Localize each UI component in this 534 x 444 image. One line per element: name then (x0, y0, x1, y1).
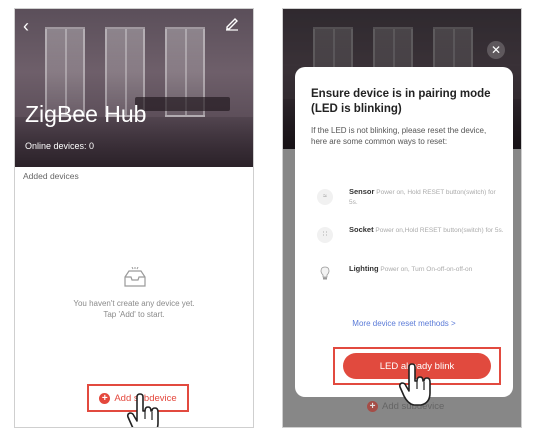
reset-method-instruction: Power on,Hold RESET button(switch) for 5… (375, 227, 504, 234)
reset-method-sensor: ≈ Sensor Power on, Hold RESET button(swi… (311, 187, 506, 219)
added-devices-label: Added devices (23, 171, 79, 181)
online-devices-count: Online devices: 0 (25, 141, 95, 151)
reset-method-instruction: Power on, Turn On-off-on-off-on (380, 266, 473, 273)
dialog-subtitle: If the LED is not blinking, please reset… (311, 126, 487, 146)
page-title: ZigBee Hub (25, 101, 147, 127)
sensor-icon: ≈ (317, 189, 333, 205)
socket-icon: ∷ (317, 227, 333, 243)
edit-icon[interactable] (225, 17, 245, 37)
plus-circle-icon: + (367, 401, 378, 412)
hand-cursor-icon (123, 393, 163, 427)
reset-method-name: Sensor (349, 187, 375, 196)
empty-state-hint: Tap 'Add' to start. (103, 310, 165, 319)
hand-cursor-icon (395, 363, 435, 407)
hub-screen: ‹ ZigBee Hub Online devices: 0 Added dev… (14, 8, 254, 428)
back-icon[interactable]: ‹ (23, 17, 43, 37)
reset-method-name: Socket (349, 225, 374, 234)
reset-method-socket: ∷ Socket Power on,Hold RESET button(swit… (311, 225, 506, 257)
close-icon[interactable]: ✕ (487, 41, 505, 59)
plus-circle-icon: + (99, 392, 111, 404)
pairing-screen: ✕ Ensure device is in pairing mode (LED … (282, 8, 522, 428)
reset-method-name: Lighting (349, 264, 379, 273)
more-reset-methods-link[interactable]: More device reset methods > (295, 319, 513, 328)
reset-method-lighting: Lighting Power on, Turn On-off-on-off-on (311, 264, 506, 296)
bulb-icon (317, 266, 333, 282)
pairing-dialog: Ensure device is in pairing mode (LED is… (295, 67, 513, 397)
empty-inbox-icon (121, 266, 149, 289)
table-decor (135, 97, 230, 111)
dialog-title: Ensure device is in pairing mode (LED is… (311, 88, 491, 115)
empty-state-text: You haven't create any device yet. (73, 299, 195, 308)
